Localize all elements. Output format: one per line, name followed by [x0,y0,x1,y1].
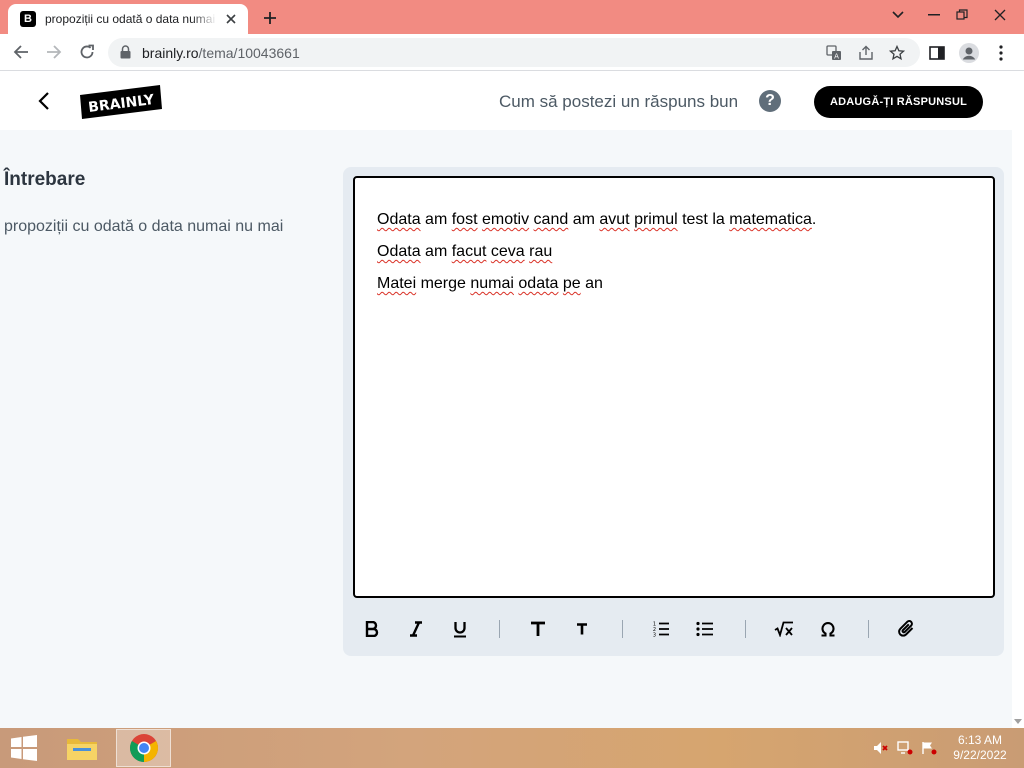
toolbar-divider [499,620,500,638]
windows-start-icon[interactable] [0,728,48,768]
translate-icon[interactable]: A [824,43,844,63]
attachment-icon[interactable] [893,615,921,643]
misspelled-word: odata [518,275,559,292]
address-bar[interactable]: brainly.ro/tema/10043661 A [108,38,920,67]
new-tab-button[interactable] [258,7,282,29]
formatting-toolbar: 123 [343,608,1004,648]
forward-arrow-icon[interactable] [41,40,67,64]
profile-avatar[interactable] [958,42,980,64]
misspelled-word: facut [451,243,487,260]
misspelled-word: matematica [729,211,812,228]
misspelled-word: primul [634,211,678,228]
misspelled-word: rau [529,243,553,260]
answer-editor-panel: Odata am fost emotiv cand am avut primul… [343,167,1004,656]
url-path: /tema/10043661 [198,45,300,61]
misspelled-word: emotiv [481,211,530,228]
misspelled-word: fost [451,211,478,228]
action-center-flag-icon[interactable] [920,740,938,756]
bold-icon[interactable] [358,615,386,643]
editor-text: an [580,275,603,292]
brainly-logo[interactable]: BRAINLY [80,85,162,119]
back-arrow-icon[interactable] [8,40,34,64]
italic-icon[interactable] [402,615,430,643]
browser-toolbar: brainly.ro/tema/10043661 A [0,34,1024,71]
editor-text: merge [416,275,471,292]
editor-line: Odata am fost emotiv cand am avut primul… [377,204,971,236]
misspelled-word: cand [533,211,569,228]
svg-text:3: 3 [653,633,656,638]
misspelled-word: Odata [377,211,421,228]
toolbar-divider [745,620,746,638]
math-icon[interactable] [770,615,798,643]
tab-close-icon[interactable] [222,10,240,28]
underline-icon[interactable] [446,615,474,643]
misspelled-word: Matei [377,275,417,292]
editor-text: am [420,211,452,228]
close-window-icon[interactable] [982,0,1018,30]
kebab-menu-icon[interactable] [990,42,1012,64]
editor-line: Matei merge numai odata pe an [377,268,971,300]
bullet-list-icon[interactable] [691,615,719,643]
answer-editor[interactable]: Odata am fost emotiv cand am avut primul… [353,176,995,598]
editor-text: am [568,211,600,228]
svg-text:A: A [834,53,839,61]
network-icon[interactable] [896,740,914,756]
site-header: BRAINLY Cum să postezi un răspuns bun ? … [0,72,1012,130]
question-text: propoziții cu odată o data numai nu mai [4,218,284,235]
scroll-down-icon[interactable] [1014,719,1022,724]
restore-icon[interactable] [944,0,980,30]
question-heading: Întrebare [4,169,86,190]
misspelled-word: numai [470,275,514,292]
brainly-favicon-icon: B [20,11,36,27]
misspelled-word: ceva [490,243,525,260]
clock-time: 6:13 AM [957,733,1003,747]
editor-text: . [811,211,817,228]
url-domain: brainly.ro [142,45,199,61]
misspelled-word: pe [562,275,581,292]
tab-search-icon[interactable] [880,0,916,30]
browser-tab[interactable]: B propoziții cu odată o data numai nu ma… [8,4,248,34]
page-scrollbar[interactable] [1012,72,1024,728]
windows-taskbar: 6:13 AM 9/22/2022 [0,728,1024,768]
how-to-answer-link[interactable]: Cum să postezi un răspuns bun [499,92,738,112]
page-content: BRAINLY Cum să postezi un răspuns bun ? … [0,72,1012,728]
browser-tabstrip: B propoziții cu odată o data numai nu ma… [0,0,1024,34]
back-chevron-icon[interactable] [32,89,56,113]
lock-icon[interactable] [120,45,131,64]
ordered-list-icon[interactable]: 123 [647,615,675,643]
system-clock[interactable]: 6:13 AM 9/22/2022 [944,733,1016,763]
file-explorer-icon[interactable] [54,729,109,767]
heading-small-icon[interactable] [568,615,596,643]
heading-large-icon[interactable] [524,615,552,643]
bookmark-star-icon[interactable] [887,43,907,63]
share-icon[interactable] [856,43,876,63]
url-text: brainly.ro/tema/10043661 [142,45,300,61]
symbol-icon[interactable] [814,615,842,643]
chrome-app-icon[interactable] [116,729,171,767]
side-panel-icon[interactable] [926,42,948,64]
toolbar-divider [868,620,869,638]
reload-icon[interactable] [74,40,100,64]
volume-muted-icon[interactable] [872,740,890,756]
misspelled-word: Odata [377,243,421,260]
help-question-icon[interactable]: ? [759,90,781,112]
editor-line: Odata am facut ceva rau [377,236,971,268]
tab-title: propoziții cu odată o data numai nu mai … [45,12,217,26]
clock-date: 9/22/2022 [953,748,1007,762]
editor-text: test la [677,211,730,228]
toolbar-divider [622,620,623,638]
editor-text: am [420,243,452,260]
misspelled-word: avut [599,211,630,228]
add-answer-button[interactable]: ADAUGĂ-ȚI RĂSPUNSUL [814,86,983,118]
